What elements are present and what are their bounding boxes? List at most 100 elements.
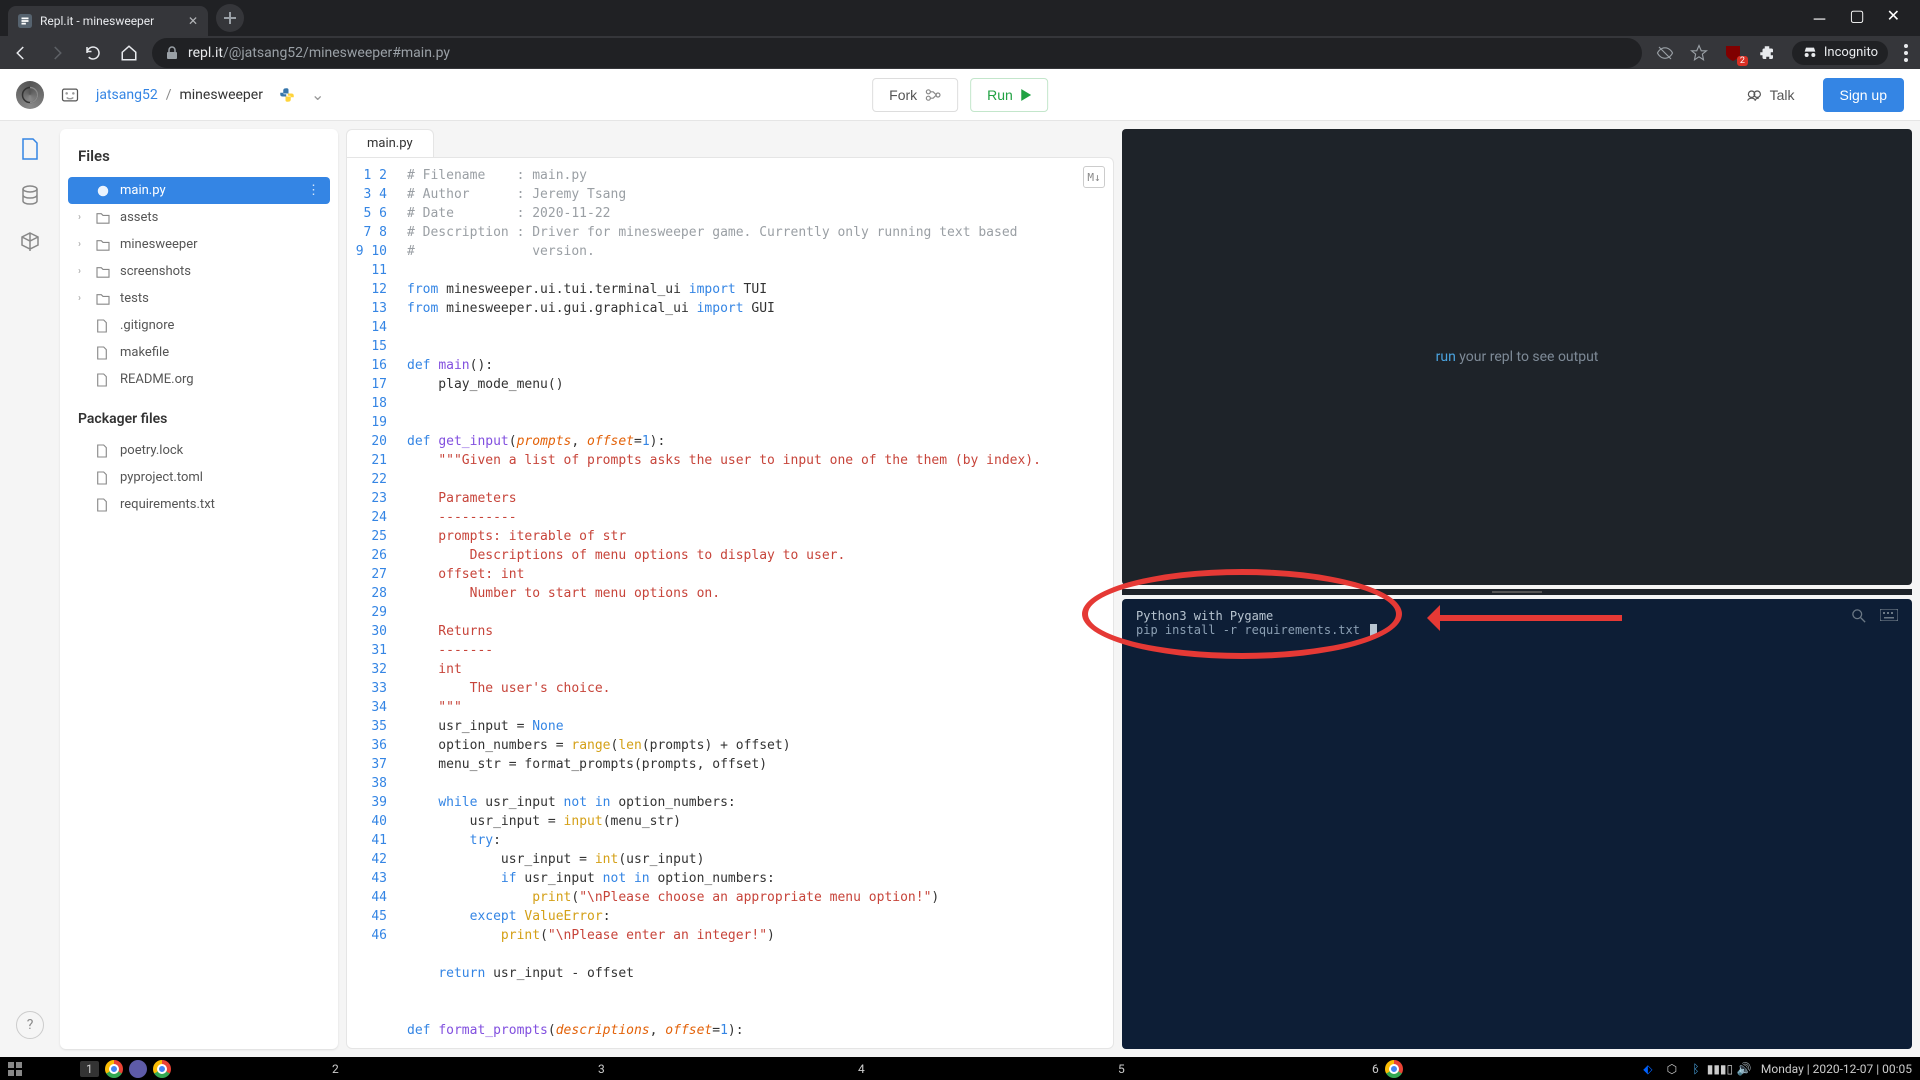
file-name: pyproject.toml — [120, 470, 203, 485]
file-item-minesweeper[interactable]: › minesweeper — [68, 231, 330, 258]
ublock-icon[interactable] — [1724, 44, 1742, 62]
code-editor[interactable]: 1 2 3 4 5 6 7 8 9 10 11 12 13 14 15 16 1… — [346, 157, 1114, 1049]
browser-tab[interactable]: Repl.it - minesweeper ✕ — [8, 6, 208, 36]
workspace-1[interactable]: 1 — [80, 1061, 99, 1077]
expand-icon[interactable]: › — [78, 239, 88, 250]
python-icon — [96, 184, 112, 198]
terminal-prompt-line: pip install -r requirements.txt — [1136, 623, 1898, 637]
editor-tab-main[interactable]: main.py — [346, 129, 434, 157]
workspace-5[interactable]: 5 — [1118, 1062, 1125, 1076]
file-item-poetry-lock[interactable]: poetry.lock — [68, 437, 330, 464]
taskbar-datetime[interactable]: Monday | 2020-12-07 | 00:05 — [1761, 1062, 1912, 1076]
packages-rail-icon[interactable] — [18, 229, 42, 253]
file-item-screenshots[interactable]: ›screenshots — [68, 258, 330, 285]
forward-icon[interactable] — [48, 44, 66, 62]
terminal-header-line: Python3 with Pygame — [1136, 609, 1898, 623]
url-host: repl.it — [188, 45, 223, 61]
file-item-pyproject-toml[interactable]: pyproject.toml — [68, 464, 330, 491]
folder-icon — [96, 212, 112, 224]
tab-favicon — [18, 14, 32, 28]
file-name: requirements.txt — [120, 497, 215, 512]
tab-close-icon[interactable]: ✕ — [188, 14, 198, 28]
language-icon[interactable] — [277, 85, 297, 105]
reload-icon[interactable] — [84, 44, 102, 62]
workspace-4[interactable]: 4 — [858, 1062, 865, 1076]
replit-logo-icon[interactable] — [16, 81, 44, 109]
file-item-assets[interactable]: ›assets — [68, 204, 330, 231]
tab-title: Repl.it - minesweeper — [40, 14, 154, 28]
run-button[interactable]: Run — [970, 78, 1048, 112]
terminal-command: pip install -r requirements.txt — [1136, 623, 1360, 637]
browser-toolbar: repl.it/@jatsang52/minesweeper#main.py I… — [0, 36, 1920, 69]
help-button[interactable]: ? — [16, 1011, 44, 1039]
replit-app: jatsang52 / minesweeper ⌄ Fork Run Talk — [0, 69, 1920, 1057]
file-name: minesweeper — [120, 237, 198, 252]
output-pane: run your repl to see output — [1122, 129, 1912, 585]
url-path: /@jatsang52/minesweeper#main.py — [223, 45, 450, 61]
browser-tab-strip: Repl.it - minesweeper ✕ － ▢ ✕ — [0, 0, 1920, 36]
chrome-icon-3[interactable] — [1385, 1060, 1403, 1078]
file-icon — [96, 346, 112, 360]
back-icon[interactable] — [12, 44, 30, 62]
file-item-README-org[interactable]: README.org — [68, 366, 330, 393]
file-name: makefile — [120, 345, 169, 360]
workspace-2[interactable]: 2 — [332, 1062, 339, 1076]
expand-icon[interactable]: › — [78, 266, 88, 277]
nav-rail: ? — [8, 129, 52, 1049]
minimize-icon[interactable]: － — [1811, 6, 1827, 30]
files-panel: Files main.py⋮›assets›minesweeper›screen… — [60, 129, 338, 1049]
right-panel: run your repl to see output Python3 with… — [1122, 129, 1912, 1049]
signup-button[interactable]: Sign up — [1823, 78, 1904, 112]
emacs-icon[interactable] — [129, 1060, 147, 1078]
file-menu-icon[interactable]: ⋮ — [307, 183, 320, 198]
markdown-toggle-icon[interactable]: M↓ — [1083, 166, 1105, 188]
file-item-tests[interactable]: ›tests — [68, 285, 330, 312]
bluetooth-icon[interactable]: ᛒ — [1689, 1062, 1703, 1076]
file-item-main-py[interactable]: main.py⋮ — [68, 177, 330, 204]
output-run-word: run — [1436, 349, 1456, 365]
fork-button[interactable]: Fork — [872, 78, 958, 112]
wifi-icon[interactable]: ▮▮▮▯ — [1713, 1062, 1727, 1076]
terminal-resize-handle[interactable] — [1122, 589, 1912, 595]
apps-icon[interactable] — [8, 1062, 22, 1076]
chrome-icon-2[interactable] — [153, 1060, 171, 1078]
code-content[interactable]: # Filename : main.py # Author : Jeremy T… — [397, 158, 1113, 1048]
workspace-3[interactable]: 3 — [598, 1062, 605, 1076]
maximize-icon[interactable]: ▢ — [1849, 6, 1864, 30]
workspace-icon[interactable] — [58, 83, 82, 107]
file-icon — [96, 444, 112, 458]
output-rest: your repl to see output — [1456, 349, 1599, 365]
packager-title: Packager files — [68, 393, 330, 437]
home-icon[interactable] — [120, 44, 138, 62]
file-icon — [96, 373, 112, 387]
breadcrumb-user[interactable]: jatsang52 — [96, 87, 158, 103]
new-tab-button[interactable] — [216, 4, 244, 32]
window-controls: － ▢ ✕ — [1811, 6, 1912, 30]
file-item-makefile[interactable]: makefile — [68, 339, 330, 366]
workspace-6[interactable]: 6 — [1372, 1062, 1379, 1076]
app-header: jatsang52 / minesweeper ⌄ Fork Run Talk — [0, 69, 1920, 121]
terminal-search-icon[interactable] — [1852, 609, 1866, 623]
expand-icon[interactable]: › — [78, 212, 88, 223]
chevron-down-icon[interactable]: ⌄ — [311, 85, 324, 104]
chrome-icon[interactable] — [105, 1060, 123, 1078]
database-rail-icon[interactable] — [18, 183, 42, 207]
star-icon[interactable] — [1690, 44, 1708, 62]
file-item--gitignore[interactable]: .gitignore — [68, 312, 330, 339]
extensions-icon[interactable] — [1758, 44, 1776, 62]
tray-icon-2[interactable]: ⬡ — [1665, 1062, 1679, 1076]
expand-icon[interactable]: › — [78, 293, 88, 304]
volume-icon[interactable]: 🔊 — [1737, 1062, 1751, 1076]
talk-button[interactable]: Talk — [1730, 79, 1811, 111]
browser-menu-icon[interactable] — [1904, 44, 1908, 62]
close-window-icon[interactable]: ✕ — [1887, 6, 1900, 30]
files-rail-icon[interactable] — [18, 137, 42, 161]
address-bar[interactable]: repl.it/@jatsang52/minesweeper#main.py — [152, 38, 1642, 68]
terminal-keyboard-icon[interactable] — [1880, 609, 1898, 623]
file-item-requirements-txt[interactable]: requirements.txt — [68, 491, 330, 518]
eye-off-icon[interactable] — [1656, 44, 1674, 62]
incognito-badge[interactable]: Incognito — [1792, 41, 1888, 65]
breadcrumb: jatsang52 / minesweeper — [96, 87, 263, 103]
dropbox-icon[interactable]: ⬖ — [1641, 1062, 1655, 1076]
terminal-pane[interactable]: Python3 with Pygame pip install -r requi… — [1122, 599, 1912, 1049]
